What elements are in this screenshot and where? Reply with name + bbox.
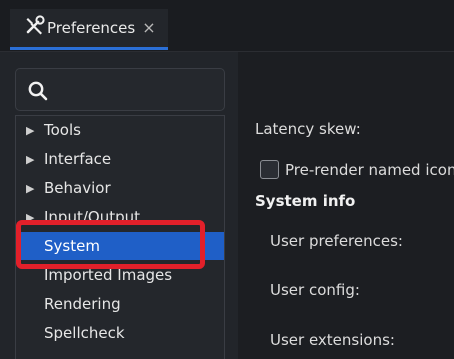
tree-item-rendering[interactable]: Rendering	[16, 290, 224, 318]
tree-item-input-output[interactable]: ▶ Input/Output	[16, 203, 224, 231]
tree-item-interface[interactable]: ▶ Interface	[16, 145, 224, 173]
preferences-sidebar: ▶ Tools ▶ Interface ▶ Behavior ▶ Input/O…	[0, 52, 238, 359]
tree-item-system[interactable]: System	[16, 232, 224, 260]
user-config-label: User config:	[270, 281, 360, 299]
latency-skew-label: Latency skew:	[255, 120, 361, 138]
tab-title: Preferences	[47, 19, 136, 37]
system-info-heading: System info	[255, 192, 356, 210]
tree-item-spellcheck[interactable]: Spellcheck	[16, 319, 224, 347]
prerender-icons-label: Pre-render named icons	[285, 161, 454, 179]
tab-bar: Preferences ×	[0, 0, 454, 52]
close-icon[interactable]: ×	[142, 20, 155, 36]
tree-item-imported-images[interactable]: Imported Images	[16, 261, 224, 289]
settings-content: Latency skew: Pre-render named icons Sys…	[238, 52, 454, 359]
search-input[interactable]	[15, 68, 225, 111]
category-tree: ▶ Tools ▶ Interface ▶ Behavior ▶ Input/O…	[15, 115, 225, 359]
expand-arrow-icon[interactable]: ▶	[26, 182, 36, 195]
expand-arrow-icon[interactable]: ▶	[26, 211, 36, 224]
user-preferences-label: User preferences:	[270, 232, 403, 250]
expand-arrow-icon[interactable]: ▶	[26, 124, 36, 137]
expand-arrow-icon[interactable]: ▶	[26, 153, 36, 166]
tree-item-behavior[interactable]: ▶ Behavior	[16, 174, 224, 202]
tools-icon	[24, 15, 47, 41]
prerender-icons-checkbox[interactable]	[260, 160, 279, 179]
user-extensions-label: User extensions:	[270, 331, 395, 349]
tree-item-tools[interactable]: ▶ Tools	[16, 116, 224, 144]
tab-preferences[interactable]: Preferences ×	[10, 9, 168, 50]
